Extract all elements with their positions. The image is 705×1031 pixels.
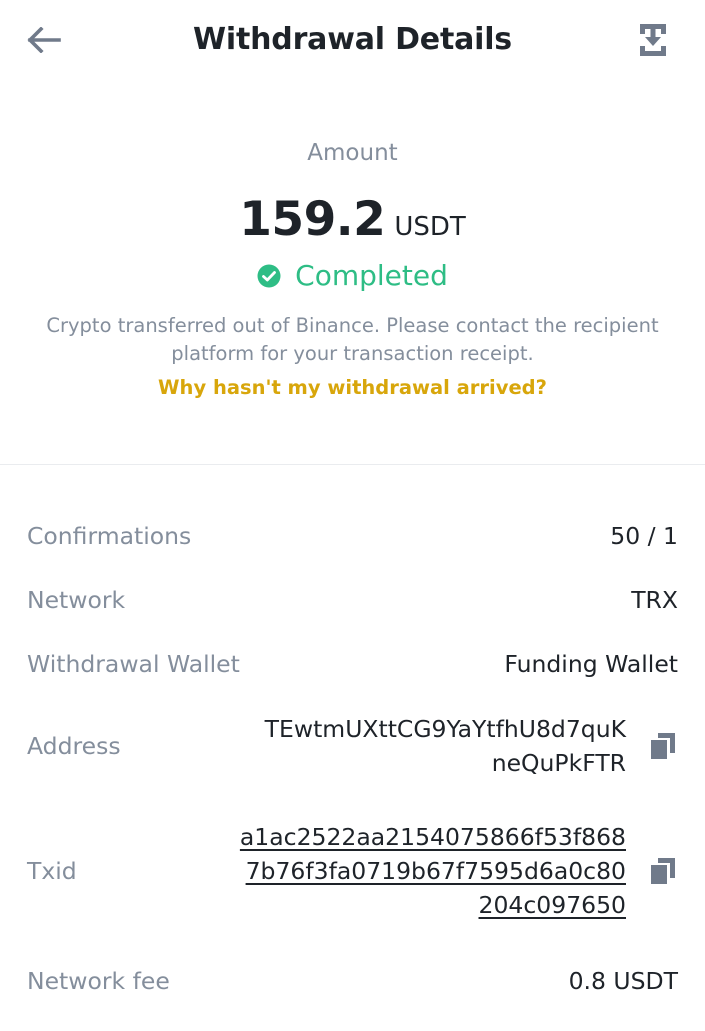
header: Withdrawal Details: [0, 0, 705, 86]
amount-value: 159.2: [239, 192, 386, 247]
download-icon: [640, 24, 666, 56]
amount-label: Amount: [307, 140, 398, 166]
address-value: TEwtmUXttCG9YaYtfhU8d7quK neQuPkFTR: [265, 712, 626, 780]
amount-unit: USDT: [394, 212, 466, 242]
network-label: Network: [27, 586, 126, 614]
txid-line-1[interactable]: a1ac2522aa2154075866f53f868: [240, 820, 626, 854]
withdrawal-wallet-label: Withdrawal Wallet: [27, 650, 240, 678]
confirmations-label: Confirmations: [27, 522, 192, 550]
network-value: TRX: [631, 586, 678, 614]
copy-txid-button[interactable]: [648, 856, 678, 886]
address-line-1: TEwtmUXttCG9YaYtfhU8d7quK: [264, 715, 626, 743]
network-fee-label: Network fee: [27, 967, 170, 995]
txid-value-group: a1ac2522aa2154075866f53f868 7b76f3fa0719…: [240, 820, 678, 922]
txid-row: Txid a1ac2522aa2154075866f53f868 7b76f3f…: [27, 819, 678, 923]
download-button[interactable]: [633, 20, 673, 60]
txid-label: Txid: [27, 857, 77, 885]
address-value-group: TEwtmUXttCG9YaYtfhU8d7quK neQuPkFTR: [265, 712, 678, 780]
withdrawal-wallet-value: Funding Wallet: [504, 650, 678, 678]
section-divider: [0, 464, 705, 465]
txid-line-2[interactable]: 7b76f3fa0719b67f7595d6a0c80: [240, 854, 626, 888]
txid-link[interactable]: a1ac2522aa2154075866f53f868 7b76f3fa0719…: [240, 820, 626, 922]
txid-line-3[interactable]: 204c097650: [240, 888, 626, 922]
network-fee-value: 0.8 USDT: [568, 967, 678, 995]
address-line-2: neQuPkFTR: [491, 749, 626, 777]
amount-summary: Amount 159.2 USDT Completed Crypto trans…: [0, 136, 705, 399]
network-fee-row: Network fee 0.8 USDT: [27, 963, 678, 999]
network-row: Network TRX: [27, 582, 678, 618]
withdrawal-wallet-row: Withdrawal Wallet Funding Wallet: [27, 646, 678, 682]
page-title: Withdrawal Details: [193, 22, 512, 57]
confirmations-row: Confirmations 50 / 1: [27, 518, 678, 554]
confirmations-value: 50 / 1: [610, 522, 678, 550]
address-label: Address: [27, 732, 121, 760]
copy-icon: [651, 733, 675, 759]
status-text: Completed: [295, 259, 448, 292]
status-description: Crypto transferred out of Binance. Pleas…: [46, 314, 659, 365]
copy-address-button[interactable]: [648, 731, 678, 761]
withdrawal-help-link[interactable]: Why hasn't my withdrawal arrived?: [0, 376, 705, 399]
check-circle-icon: [257, 264, 281, 288]
status-row: Completed: [0, 259, 705, 292]
copy-icon: [651, 858, 675, 884]
amount-row: 159.2 USDT: [0, 192, 705, 247]
address-row: Address TEwtmUXttCG9YaYtfhU8d7quK neQuPk…: [27, 711, 678, 781]
